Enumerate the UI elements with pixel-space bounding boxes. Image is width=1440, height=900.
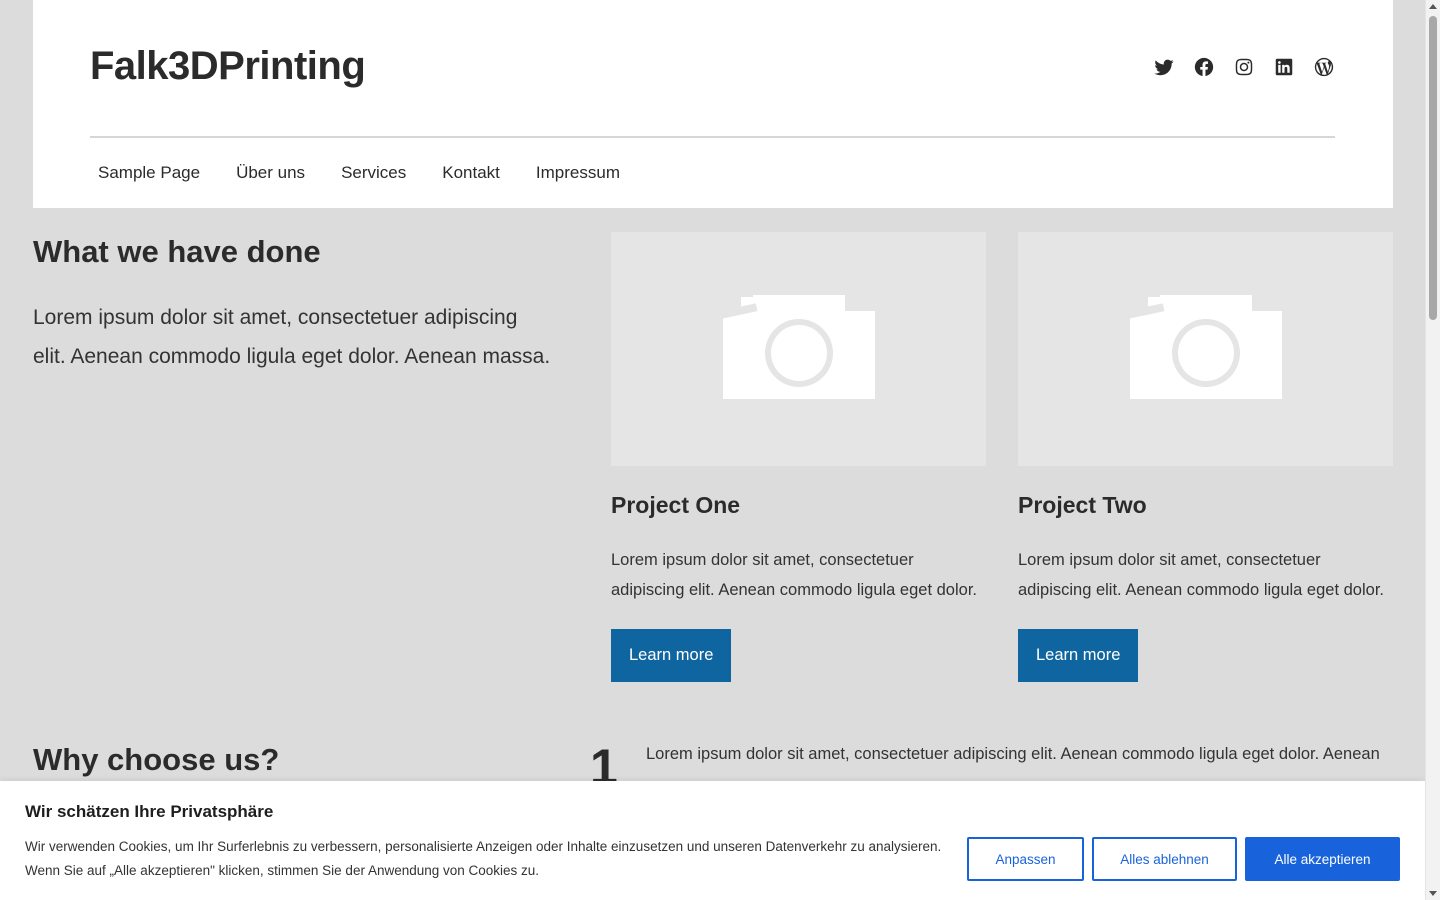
section-heading-why: Why choose us? [33,742,280,777]
header-divider [90,136,1335,138]
project-image-placeholder [1018,232,1393,466]
customize-button[interactable]: Anpassen [967,837,1084,881]
learn-more-button[interactable]: Learn more [611,629,732,682]
scroll-up-arrow-icon[interactable] [1429,4,1437,9]
nav-item-sample-page[interactable]: Sample Page [90,160,218,186]
cookie-consent-banner: Wir schätzen Ihre Privatsphäre Wir verwe… [0,781,1425,900]
project-image-placeholder [611,232,986,466]
site-header: Falk3DPrinting Sample Page Über uns Serv… [33,0,1393,208]
cookie-title: Wir schätzen Ihre Privatsphäre [25,802,274,821]
project-title[interactable]: Project One [611,492,986,519]
cookie-text: Wir verwenden Cookies, um Ihr Surferlebn… [25,839,942,878]
twitter-icon[interactable] [1153,56,1175,78]
project-card: Project Two Lorem ipsum dolor sit amet, … [1018,232,1393,682]
nav-item-impressum[interactable]: Impressum [528,160,638,186]
page-scrollbar[interactable] [1425,0,1440,900]
project-text: Lorem ipsum dolor sit amet, consectetuer… [611,551,977,599]
accept-all-button[interactable]: Alle akzeptieren [1245,837,1400,881]
nav-item-ueber-uns[interactable]: Über uns [228,160,323,186]
camera-icon [720,295,875,399]
project-card: Project One Lorem ipsum dolor sit amet, … [611,232,986,682]
feature-text: Lorem ipsum dolor sit amet, consectetuer… [646,745,1380,763]
instagram-icon[interactable] [1233,56,1255,78]
learn-more-button[interactable]: Learn more [1018,629,1139,682]
scroll-down-arrow-icon[interactable] [1429,891,1437,896]
camera-icon [1127,295,1282,399]
section-heading-done: What we have done [33,234,321,269]
facebook-icon[interactable] [1193,56,1215,78]
project-text: Lorem ipsum dolor sit amet, consectetuer… [1018,551,1384,599]
nav-item-services[interactable]: Services [333,160,424,186]
site-title[interactable]: Falk3DPrinting [90,44,366,89]
nav-item-kontakt[interactable]: Kontakt [434,160,518,186]
wordpress-icon[interactable] [1313,56,1335,78]
reject-all-button[interactable]: Alles ablehnen [1092,837,1237,881]
main-nav: Sample Page Über uns Services Kontakt Im… [90,160,648,186]
project-title[interactable]: Project Two [1018,492,1393,519]
scrollbar-thumb[interactable] [1429,16,1437,320]
section-text-done: Lorem ipsum dolor sit amet, consectetuer… [33,306,551,368]
social-links [1153,56,1335,78]
linkedin-icon[interactable] [1273,56,1295,78]
